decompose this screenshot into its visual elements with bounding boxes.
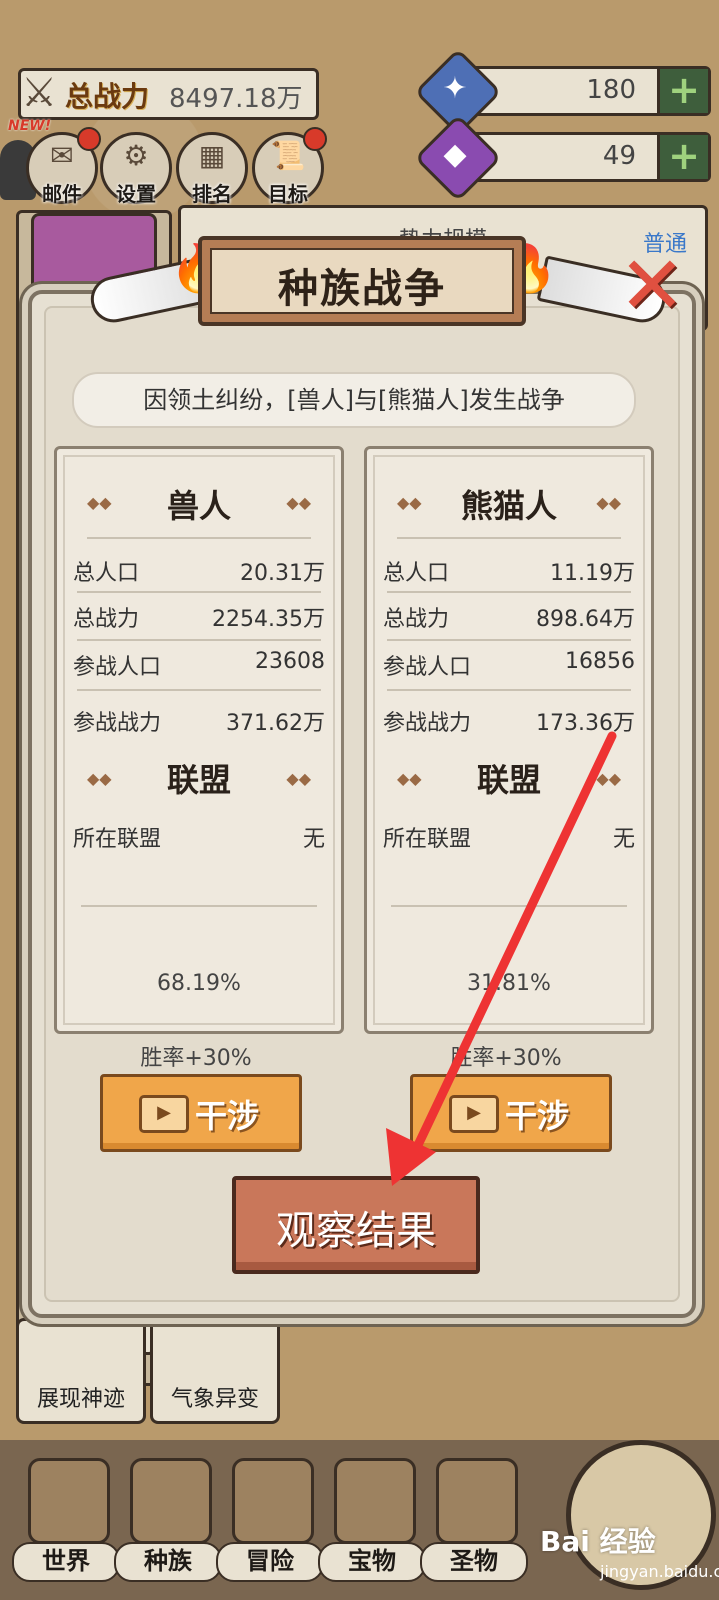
goals-button[interactable]: 📜 目标 [252,127,327,206]
stat-value: 11.19万 [550,561,635,586]
treasure-chest-icon [334,1458,416,1544]
relic-icon [436,1458,518,1544]
alliance-label: 所在联盟 [383,827,472,852]
stat-value: 23608 [255,649,325,674]
stat-value: 20.31万 [240,561,325,586]
notification-dot [303,127,327,151]
gear-icon: ⚙ [123,139,149,172]
stat-label: 参战战力 [383,711,472,736]
stat-label: 参战战力 [73,711,162,736]
nav-adventure-label: 冒险 [216,1542,324,1582]
video-play-icon: ▶ [449,1095,499,1133]
baidu-watermark: Bai 经验 [540,1525,656,1558]
alliance-title: 联盟 [476,761,541,799]
weather-label: 气象异变 [170,1387,259,1412]
ranking-button[interactable]: ▦ 排名 [176,132,248,206]
stat-value: 898.64万 [536,607,635,632]
ranking-label: 排名 [192,182,232,206]
population-percent: 68.19% [157,971,241,996]
war-subtitle: 因领土纠纷，[兽人]与[熊猫人]发生战争 [72,372,636,428]
stat-label: 参战人口 [383,655,472,680]
resource-crystals-value: 49 [602,141,636,171]
top-status-bar: ⚔ 总战力 8497.18万 ✦ 180 + ◆ 49 + NEW! ✉ 邮件 … [0,48,719,206]
miracle-card[interactable]: 展现神迹 [16,1318,146,1424]
notification-dot [77,127,101,151]
alliance-label: 所在联盟 [73,827,162,852]
crossed-swords-icon: ⚔ [21,70,57,116]
weather-card[interactable]: 气象异变 [150,1318,280,1424]
stat-label: 总战力 [73,607,140,632]
dialog-title: 种族战争 [278,266,446,312]
left-winrate: 胜率+30% [140,1046,252,1071]
resource-bar-crystals: ◆ 49 + [414,114,711,202]
alliance-title: 联盟 [166,761,231,799]
alliance-value: 无 [302,827,325,852]
total-power-label: 总战力 [65,80,150,113]
nav-treasure[interactable]: 宝物 [318,1458,426,1582]
observe-result-label: 观察结果 [276,1208,436,1254]
stat-label: 总人口 [383,561,450,586]
race-name: 兽人 [166,487,231,525]
alliance-value: 无 [612,827,635,852]
stat-label: 总人口 [73,561,140,586]
nav-adventure[interactable]: 冒险 [216,1458,324,1582]
resource-gems-value: 180 [586,75,636,105]
world-icon [28,1458,110,1544]
race-icon [130,1458,212,1544]
stat-label: 参战人口 [73,655,162,680]
nav-relic[interactable]: 圣物 [420,1458,528,1582]
settings-label: 设置 [116,182,156,206]
mail-label: 邮件 [42,182,82,206]
settings-button[interactable]: ⚙ 设置 [100,132,172,206]
interfere-label: 干涉 [195,1097,260,1135]
video-play-icon: ▶ [139,1095,189,1133]
mail-button[interactable]: ✉ 邮件 [26,127,101,206]
new-badge: NEW! [8,118,52,134]
title-banner: 种族战争 [198,236,526,326]
orc-stats-panel: ◆◆ ◆◆ 兽人 总人口 20.31万 总战力 2254.35万 参战人口 23… [54,446,344,1034]
stat-value: 371.62万 [226,711,325,736]
close-icon[interactable]: ✕ [612,246,692,326]
pandaren-stats-panel: ◆◆ ◆◆ 熊猫人 总人口 11.19万 总战力 898.64万 参战人口 16… [364,446,654,1034]
population-percent: 31.81% [467,971,551,996]
race-name: 熊猫人 [460,487,557,525]
interfere-left-button[interactable]: ▶ 干涉 [100,1074,302,1152]
nav-relic-label: 圣物 [420,1542,528,1582]
adventure-icon [232,1458,314,1544]
right-winrate: 胜率+30% [450,1046,562,1071]
stat-value: 2254.35万 [212,607,325,632]
nav-world[interactable]: 世界 [12,1458,120,1582]
stat-value: 173.36万 [536,711,635,736]
baidu-watermark-url: jingyan.baidu.com [600,1562,719,1581]
nav-world-label: 世界 [12,1542,120,1582]
observe-result-button[interactable]: 观察结果 [232,1176,480,1274]
total-power-value: 8497.18万 [169,84,303,114]
add-gems-button[interactable]: + [657,69,708,113]
stat-value: 16856 [565,649,635,674]
add-crystals-button[interactable]: + [657,135,708,179]
interfere-right-button[interactable]: ▶ 干涉 [410,1074,612,1152]
goals-label: 目标 [268,182,308,206]
total-power-box: ⚔ 总战力 8497.18万 [18,68,319,120]
resource-bar-gems: ✦ 180 + [414,48,711,136]
nav-race[interactable]: 种族 [114,1458,222,1582]
interfere-label: 干涉 [505,1097,570,1135]
stat-label: 总战力 [383,607,450,632]
nav-race-label: 种族 [114,1542,222,1582]
nav-treasure-label: 宝物 [318,1542,426,1582]
podium-icon: ▦ [198,139,226,172]
miracle-label: 展现神迹 [36,1387,125,1412]
